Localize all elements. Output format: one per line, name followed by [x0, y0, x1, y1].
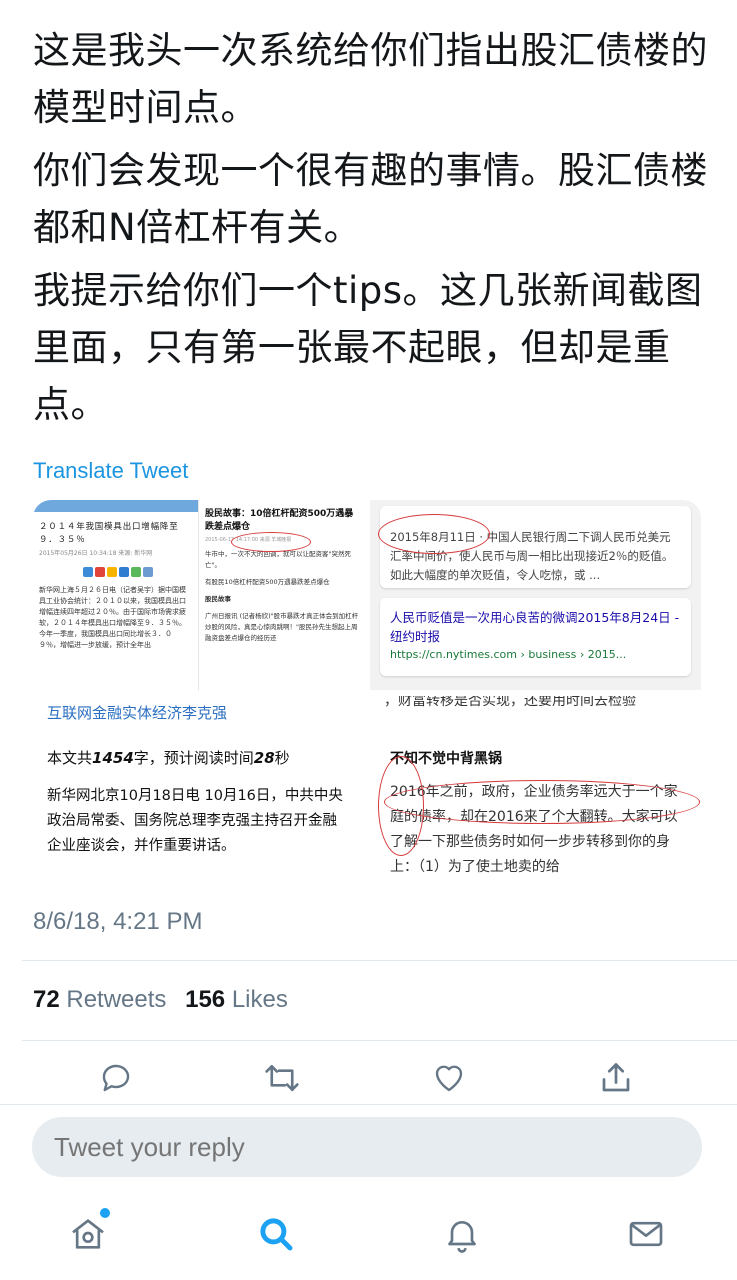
tab-notifications[interactable]	[438, 1210, 486, 1258]
reply-bar	[0, 1104, 737, 1192]
tab-messages[interactable]	[622, 1210, 670, 1258]
tab-home[interactable]	[64, 1208, 112, 1258]
translate-tweet-link[interactable]: Translate Tweet	[33, 458, 188, 484]
share-icon	[143, 567, 153, 577]
retweets-count[interactable]: 72	[33, 986, 60, 1013]
article-top-text: ，财富转移是否实现，还要用时间去检验	[384, 696, 636, 709]
article-subheading: 不知不觉中背黑锅	[390, 751, 502, 767]
media-image-4[interactable]: ，财富转移是否实现，还要用时间去检验 不知不觉中背黑锅 2016年之前，政府，企…	[370, 696, 701, 886]
notification-dot	[100, 1208, 110, 1218]
share-icon	[107, 567, 117, 577]
tweet-actions	[0, 1058, 737, 1102]
character-count: 1454	[92, 749, 134, 767]
search-result-link: 人民币贬值是一次用心良苦的微调2015年8月24日 - 纽约时报	[390, 610, 680, 644]
tweet-timestamp: 8/6/18, 4:21 PM	[33, 908, 203, 935]
reading-seconds: 28	[253, 749, 275, 767]
tweet-paragraph: 我提示给你们一个tips。这几张新闻截图里面，只有第一张最不起眼，但却是重点。	[33, 269, 703, 426]
tweet-stats: 72 Retweets 156 Likes	[33, 986, 300, 1014]
share-icon	[602, 1063, 630, 1092]
tab-search[interactable]	[252, 1210, 300, 1258]
share-icon	[83, 567, 93, 577]
media-image-3[interactable]: 互联网金融实体经济李克强 本文共1454字，预计阅读时间28秒 新华网北京10月…	[33, 696, 364, 886]
reading-info-text: 本文共	[47, 749, 93, 767]
share-button[interactable]	[596, 1058, 636, 1098]
share-icons	[33, 559, 198, 577]
tweet-paragraph: 这是我头一次系统给你们指出股汇债楼的模型时间点。	[33, 29, 708, 129]
red-circle-annotation	[378, 514, 490, 554]
clip-paragraph: 牛市中，一次不大的回调，就可以让配资客"突然死亡"。	[205, 550, 351, 569]
share-icon	[119, 567, 129, 577]
reply-button[interactable]	[96, 1058, 136, 1098]
article-body: 新华网北京10月18日电 10月16日，中共中央政治局常委、国务院总理李克强主持…	[47, 788, 343, 854]
search-result-url: https://cn.nytimes.com › business › 2015…	[390, 648, 627, 661]
search-result-card: 人民币贬值是一次用心良苦的微调2015年8月24日 - 纽约时报 https:/…	[380, 598, 691, 676]
like-button[interactable]	[429, 1058, 469, 1098]
retweet-icon	[265, 1064, 299, 1092]
search-icon	[260, 1218, 293, 1251]
red-circle-annotation	[384, 780, 700, 824]
reading-info: 本文共1454字，预计阅读时间28秒	[33, 723, 364, 768]
red-circle-annotation	[231, 532, 311, 552]
tweet-text: 这是我头一次系统给你们指出股汇债楼的模型时间点。 你们会发现一个很有趣的事情。股…	[33, 22, 713, 439]
share-icon	[95, 567, 105, 577]
clip-meta: 2015年05月26日 10:34:18 来源: 新华网	[39, 550, 153, 557]
bell-icon	[448, 1221, 476, 1253]
bottom-tab-bar	[0, 1192, 737, 1280]
clip-section-title: 股民故事	[205, 595, 231, 603]
share-icon	[131, 567, 141, 577]
clip-paragraph: 广州日报讯 (记者杨欣)"股市暴跌才真正体会到加杠杆炒股的风险，真是心惊肉跳啊！…	[205, 612, 359, 642]
news-clip-mold-exports: ２０１４年我国模具出口增幅降至９．３５％ 2015年05月26日 10:34:1…	[33, 500, 199, 690]
media-grid: ２０１４年我国模具出口增幅降至９．３５％ 2015年05月26日 10:34:1…	[33, 500, 701, 886]
mail-icon	[629, 1221, 663, 1247]
media-image-1[interactable]: ２０１４年我国模具出口增幅降至９．３５％ 2015年05月26日 10:34:1…	[33, 500, 364, 690]
reply-input[interactable]	[32, 1117, 702, 1177]
reading-info-text: 秒	[274, 749, 290, 767]
home-icon	[72, 1219, 104, 1249]
site-header-bar	[33, 500, 198, 512]
news-clip-leverage: 股民故事：10倍杠杆配资500万遇暴跌差点爆仓 2015-06-17 14:17…	[201, 500, 364, 690]
clip-headline: ２０１４年我国模具出口增幅降至９．３５％	[39, 521, 179, 544]
retweets-label[interactable]: Retweets	[66, 986, 166, 1013]
tweet-paragraph: 你们会发现一个很有趣的事情。股汇债楼都和N倍杠杆有关。	[33, 149, 708, 249]
media-image-2[interactable]: 2015年8月11日 · 中国人民银行周二下调人民币兑美元汇率中间价，使人民币与…	[370, 500, 701, 690]
clip-paragraph: 有股民10倍杠杆配资500万遇暴跌差点爆仓	[205, 578, 330, 586]
reading-info-text: 字，预计阅读时间	[133, 749, 254, 767]
divider	[22, 960, 737, 961]
clip-body: 牛市中，一次不大的回调，就可以让配资客"突然死亡"。 有股民10倍杠杆配资500…	[201, 545, 364, 648]
likes-count[interactable]: 156	[185, 986, 225, 1013]
comment-icon	[102, 1064, 130, 1092]
likes-label[interactable]: Likes	[232, 986, 288, 1013]
clip-body: 新华网上海５月２６日电（记者吴宇）据中国模具工业协会统计：２０１０以来，我国模具…	[39, 586, 186, 649]
heart-icon	[435, 1065, 463, 1092]
retweet-button[interactable]	[262, 1058, 302, 1098]
article-title: 互联网金融实体经济李克强	[47, 704, 228, 722]
clip-headline: 股民故事：10倍杠杆配资500万遇暴跌差点爆仓	[205, 509, 354, 532]
divider	[22, 1040, 737, 1041]
